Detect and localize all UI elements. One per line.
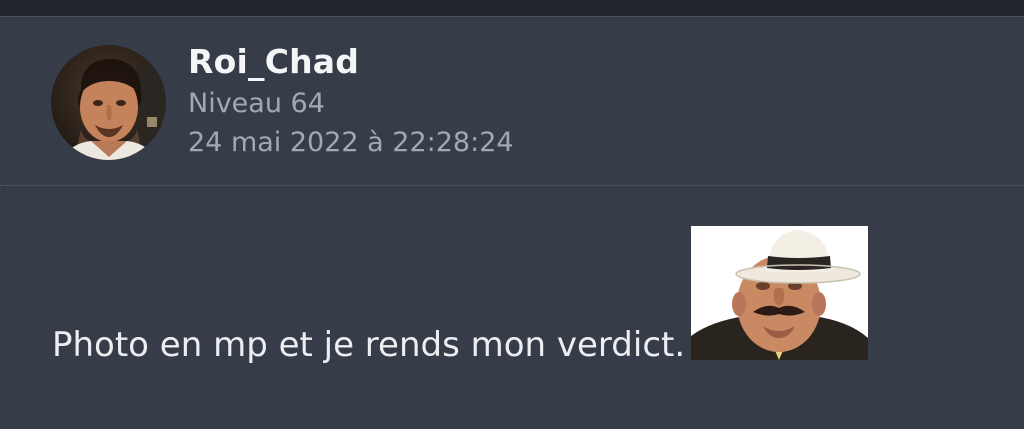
forum-post: Roi_Chad Niveau 64 24 mai 2022 à 22:28:2… <box>0 17 1024 429</box>
sticker-image <box>691 226 868 360</box>
post-timestamp: 24 mai 2022 à 22:28:24 <box>188 127 514 158</box>
user-avatar-icon <box>51 45 166 160</box>
author-avatar[interactable] <box>51 45 166 160</box>
author-username[interactable]: Roi_Chad <box>188 42 359 81</box>
post-message: Photo en mp et je rends mon verdict. <box>52 325 686 365</box>
top-bar <box>0 0 1024 17</box>
header-divider <box>0 185 1024 186</box>
author-level: Niveau 64 <box>188 88 325 119</box>
risitas-sticker-icon[interactable] <box>691 226 868 360</box>
